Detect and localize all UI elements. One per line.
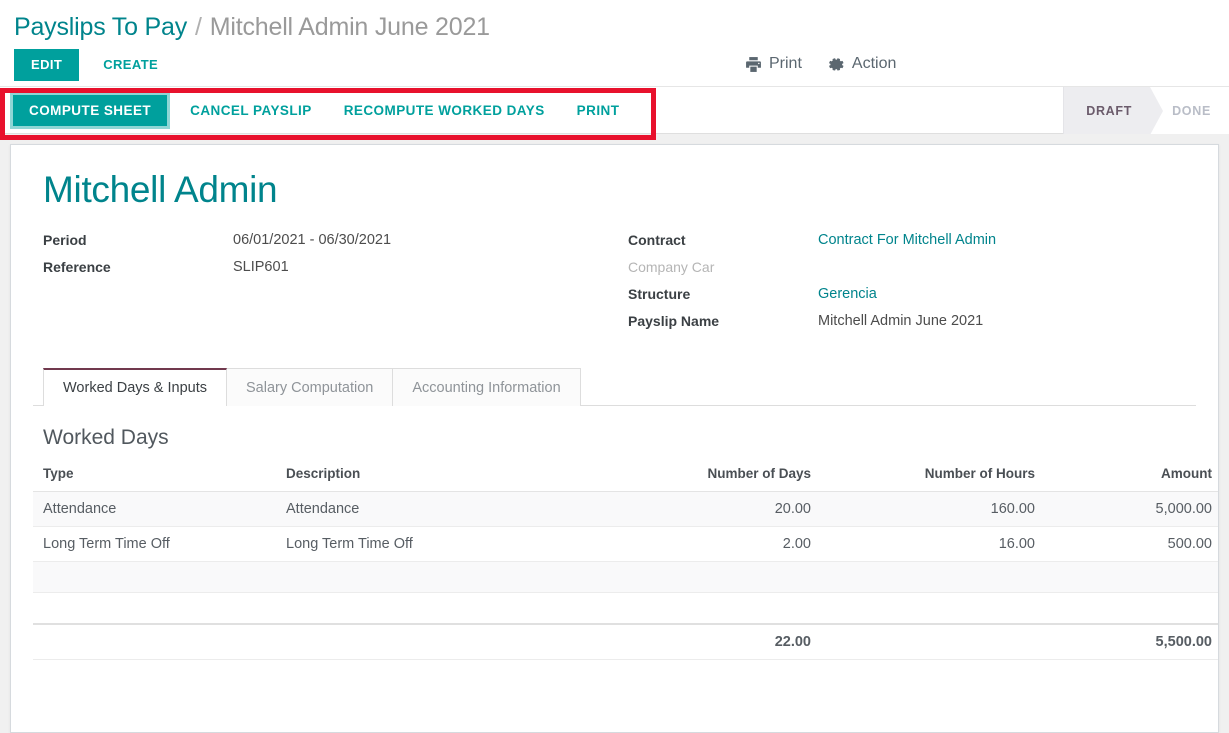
field-value-contract: Contract For Mitchell Admin	[818, 229, 1196, 256]
notebook-tabs: Worked Days & Inputs Salary Computation …	[33, 367, 1196, 407]
breadcrumb-parent-link[interactable]: Payslips To Pay	[14, 12, 187, 42]
worked-days-table: Type Description Number of Days Number o…	[33, 460, 1218, 660]
tab-salary-computation-label: Salary Computation	[246, 380, 374, 396]
field-value-structure: Gerencia	[818, 283, 1196, 310]
cell-amount: 500.00	[1045, 526, 1218, 562]
field-label-company-car: Company Car	[628, 259, 715, 275]
table-row-empty	[33, 561, 1218, 593]
field-row-period: Period 06/01/2021 - 06/30/2021	[43, 229, 628, 256]
edit-button[interactable]: EDIT	[14, 48, 80, 81]
field-value-payslip-name[interactable]: Mitchell Admin June 2021	[818, 310, 1196, 337]
column-header-number-of-hours[interactable]: Number of Hours	[821, 460, 1045, 492]
cancel-payslip-button[interactable]: CANCEL PAYSLIP	[174, 95, 328, 126]
tab-worked-days-and-inputs-label: Worked Days & Inputs	[63, 380, 207, 396]
cell-number-of-days: 20.00	[608, 491, 821, 527]
field-label-payslip-name: Payslip Name	[628, 313, 720, 329]
recompute-worked-days-button[interactable]: RECOMPUTE WORKED DAYS	[328, 95, 561, 126]
statusbar-button-group: COMPUTE SHEET CANCEL PAYSLIP RECOMPUTE W…	[0, 94, 636, 126]
cell-description: Attendance	[276, 491, 608, 527]
cell-type: Long Term Time Off	[33, 526, 276, 562]
breadcrumb-current-record: Mitchell Admin June 2021	[209, 13, 490, 41]
totals-cell-description	[276, 622, 608, 660]
printer-icon	[745, 56, 762, 73]
tab-accounting-information[interactable]: Accounting Information	[392, 368, 581, 406]
status-stage-done-label: DONE	[1172, 103, 1211, 118]
control-panel-buttons: EDIT CREATE Print Action	[0, 42, 1229, 86]
control-panel-sidebar: Print Action	[745, 55, 896, 73]
field-row-payslip-name: Payslip Name Mitchell Admin June 2021	[628, 310, 1196, 337]
cell-number-of-hours: 16.00	[821, 526, 1045, 562]
column-header-number-of-days[interactable]: Number of Days	[608, 460, 821, 492]
table-row[interactable]: Long Term Time Off Long Term Time Off 2.…	[33, 526, 1218, 562]
cell-description: Long Term Time Off	[276, 526, 608, 562]
action-menu-label: Action	[851, 55, 897, 72]
tab-salary-computation[interactable]: Salary Computation	[226, 368, 394, 406]
totals-cell-amount: 5,500.00	[1045, 622, 1218, 660]
form-group-right: Contract Contract For Mitchell Admin Com…	[628, 229, 1196, 337]
cell-amount: 5,000.00	[1045, 491, 1218, 527]
status-stage-draft-label: DRAFT	[1086, 103, 1133, 118]
field-label-structure: Structure	[628, 286, 691, 302]
print-menu-label: Print	[769, 55, 802, 72]
print-button[interactable]: PRINT	[561, 95, 636, 126]
create-button[interactable]: CREATE	[89, 49, 172, 81]
table-row-spacer	[33, 592, 1218, 624]
form-sheet: Mitchell Admin Period 06/01/2021 - 06/30…	[10, 144, 1219, 733]
table-header-row: Type Description Number of Days Number o…	[33, 460, 1218, 492]
field-value-company-car[interactable]	[818, 256, 1196, 283]
field-label-contract: Contract	[628, 232, 686, 248]
field-row-contract: Contract Contract For Mitchell Admin	[628, 229, 1196, 256]
form-view-background: Mitchell Admin Period 06/01/2021 - 06/30…	[0, 134, 1229, 733]
breadcrumb: Payslips To Pay / Mitchell Admin June 20…	[0, 6, 1229, 42]
print-menu-button[interactable]: Print	[745, 55, 802, 73]
column-header-amount[interactable]: Amount	[1045, 460, 1218, 492]
totals-cell-type	[33, 622, 276, 660]
form-group-left: Period 06/01/2021 - 06/30/2021 Reference…	[43, 229, 628, 337]
form-field-groups: Period 06/01/2021 - 06/30/2021 Reference…	[43, 229, 1196, 337]
action-menu-button[interactable]: Action	[828, 55, 896, 73]
column-header-type[interactable]: Type	[33, 460, 276, 492]
field-label-reference: Reference	[43, 259, 111, 275]
control-panel: Payslips To Pay / Mitchell Admin June 20…	[0, 0, 1229, 86]
table-row[interactable]: Attendance Attendance 20.00 160.00 5,000…	[33, 491, 1218, 527]
field-row-reference: Reference SLIP601	[43, 256, 628, 283]
cell-number-of-hours: 160.00	[821, 491, 1045, 527]
field-label-period: Period	[43, 232, 87, 248]
status-stage-draft[interactable]: DRAFT	[1063, 87, 1163, 135]
tab-worked-days-and-inputs[interactable]: Worked Days & Inputs	[43, 368, 227, 407]
worked-days-section-title: Worked Days	[43, 426, 169, 449]
field-value-reference[interactable]: SLIP601	[233, 256, 628, 283]
structure-link[interactable]: Gerencia	[818, 286, 877, 302]
page-title: Mitchell Admin	[43, 169, 278, 210]
field-row-structure: Structure Gerencia	[628, 283, 1196, 310]
record-action-bar: COMPUTE SHEET CANCEL PAYSLIP RECOMPUTE W…	[0, 86, 1229, 140]
tab-accounting-information-label: Accounting Information	[412, 380, 561, 396]
cell-number-of-days: 2.00	[608, 526, 821, 562]
contract-link[interactable]: Contract For Mitchell Admin	[818, 232, 996, 248]
compute-sheet-button[interactable]: COMPUTE SHEET	[13, 94, 168, 126]
field-row-company-car: Company Car	[628, 256, 1196, 283]
breadcrumb-separator: /	[195, 13, 202, 41]
table-totals-row: 22.00 5,500.00	[33, 622, 1218, 660]
status-pipeline: DRAFT DONE	[1063, 87, 1229, 135]
field-value-period[interactable]: 06/01/2021 - 06/30/2021	[233, 229, 628, 256]
totals-cell-number-of-hours	[821, 622, 1045, 660]
gear-icon	[828, 56, 845, 73]
totals-cell-number-of-days: 22.00	[608, 622, 821, 660]
cell-type: Attendance	[33, 491, 276, 527]
column-header-description[interactable]: Description	[276, 460, 608, 492]
